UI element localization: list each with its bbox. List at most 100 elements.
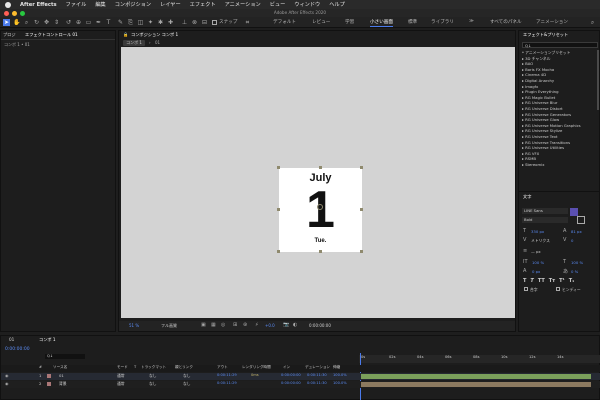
workspace-standard[interactable]: 標準 [408, 19, 417, 25]
menu-view[interactable]: ビュー [270, 1, 286, 8]
ligature-checkbox[interactable] [524, 287, 528, 291]
brush-tool-icon[interactable]: ✎ [117, 19, 124, 26]
roto-tool-icon[interactable]: ✦ [147, 19, 154, 26]
effects-search-input[interactable]: Q↓ [522, 42, 598, 48]
anchor-point-icon[interactable] [317, 204, 323, 210]
zoom-dropdown[interactable]: 51 % [129, 323, 139, 328]
horizontal-scale-value[interactable]: 100 % [571, 260, 583, 265]
time-ruler[interactable]: 0s 02s 04s 06s 08s 10s 12s 14s [359, 355, 600, 363]
faux-bold-button[interactable]: T [523, 278, 526, 284]
transform-handle[interactable] [360, 250, 363, 253]
menu-file[interactable]: ファイル [66, 1, 87, 8]
transform-handle[interactable] [360, 166, 363, 169]
selection-tool-icon[interactable]: ➤ [3, 19, 10, 26]
transform-handle[interactable] [277, 166, 280, 169]
layer-parent[interactable]: なし [183, 373, 191, 379]
superscript-button[interactable]: T¹ [559, 278, 565, 284]
layer-matte[interactable]: なし [149, 373, 157, 379]
menu-window[interactable]: ウィンドウ [294, 1, 320, 8]
world-axis-icon[interactable]: ⊗ [191, 19, 198, 26]
workspace-libraries[interactable]: ライブラリ [431, 19, 454, 25]
clone-tool-icon[interactable]: ⎘ [127, 19, 134, 26]
viewer-timecode[interactable]: 0:00:00:00 [309, 323, 331, 328]
layer-mode[interactable]: 通常 [117, 373, 125, 379]
kerning-value[interactable]: メトリクス [531, 238, 550, 244]
view-axis-icon[interactable]: ⊟ [201, 19, 208, 26]
workspace-all-panels[interactable]: すべてのパネル [490, 19, 522, 25]
layer-duration[interactable]: 0:00:11:30 [307, 373, 327, 377]
puppet-tool-icon[interactable]: ✱ [157, 19, 164, 26]
menu-edit[interactable]: 編集 [95, 1, 105, 8]
tab-effects-presets[interactable]: エフェクト&プリセット [523, 31, 568, 39]
layer-matte[interactable]: なし [149, 381, 157, 387]
dolly-tool-icon[interactable]: ⇕ [53, 19, 60, 26]
orbit-tool-icon[interactable]: ↻ [33, 19, 40, 26]
workspace-review[interactable]: レビュー [312, 19, 330, 25]
zoom-tool-icon[interactable]: ⌕ [23, 19, 30, 26]
timeline-layer-row[interactable]: ◉ 1 01 通常 なし なし 0:00:11:29 0ms 0:00:00:0… [1, 373, 600, 380]
small-caps-button[interactable]: Tт [549, 278, 555, 284]
search-icon[interactable]: ⌕ [589, 19, 596, 26]
tsume-value[interactable]: 0 % [571, 269, 578, 274]
stroke-color-swatch[interactable] [577, 216, 585, 224]
transform-handle[interactable] [277, 250, 280, 253]
puppet-pin-tool-icon[interactable]: ✚ [167, 19, 174, 26]
timeline-layer-row[interactable]: ◉ 2 背景 通常 なし なし 0:00:11:29 0:00:00:00 0:… [1, 381, 600, 388]
faux-italic-button[interactable]: T [530, 278, 533, 284]
layer-stretch[interactable]: 100.0% [333, 373, 347, 377]
tab-timeline-comp[interactable]: コンポ 1 [39, 336, 56, 344]
snap-checkbox[interactable] [212, 20, 217, 25]
subscript-button[interactable]: T₁ [569, 278, 575, 284]
rectangle-tool-icon[interactable]: ▭ [85, 19, 92, 26]
layer-name[interactable]: 背景 [59, 381, 67, 387]
layer-out[interactable]: 0:00:11:29 [217, 381, 237, 385]
snap-options-icon[interactable]: ⌗ [244, 19, 251, 26]
layer-label-color[interactable] [47, 382, 51, 386]
all-caps-button[interactable]: TT [538, 278, 545, 284]
tab-composition[interactable]: コンポジション コンポ 1 [131, 31, 178, 39]
rotate-tool-icon[interactable]: ↺ [65, 19, 72, 26]
visibility-eye-icon[interactable]: ◉ [5, 381, 9, 386]
tab-character[interactable]: 文字 [523, 193, 531, 201]
vertical-scale-value[interactable]: 100 % [532, 260, 544, 265]
composition-viewer[interactable]: July 1 Tue. [121, 47, 515, 318]
transparency-grid-icon[interactable]: ▦ [211, 322, 216, 328]
layer-out[interactable]: 0:00:11:29 [217, 373, 237, 377]
app-menu[interactable]: After Effects [20, 2, 57, 8]
exposure-value[interactable]: +0.0 [265, 323, 275, 328]
pan-tool-icon[interactable]: ✥ [43, 19, 50, 26]
channel-icon[interactable]: ⊛ [243, 322, 247, 328]
guides-icon[interactable]: ⊞ [233, 322, 237, 328]
pen-tool-icon[interactable]: ✒ [95, 19, 102, 26]
close-window-button[interactable] [4, 10, 9, 16]
quality-dropdown[interactable]: フル画質 [161, 323, 177, 329]
workspace-learn[interactable]: 学習 [345, 19, 354, 25]
transform-handle[interactable] [319, 166, 322, 169]
layer-duration[interactable]: 0:00:11:30 [307, 381, 327, 385]
layer-stretch[interactable]: 100.0% [333, 381, 347, 385]
transform-handle[interactable] [319, 250, 322, 253]
workspace-overflow[interactable]: ≫ [469, 19, 474, 24]
fill-color-swatch[interactable] [570, 208, 578, 216]
lock-icon[interactable]: 🔒 [123, 31, 128, 39]
stroke-width-value[interactable]: — px [531, 249, 541, 254]
layer-label-color[interactable] [47, 374, 51, 378]
zoom-window-button[interactable] [20, 10, 25, 16]
effects-category-item[interactable]: ▸ Stereomix [522, 162, 598, 168]
baseline-shift-value[interactable]: 0 px [532, 269, 540, 274]
layer-parent[interactable]: なし [183, 381, 191, 387]
layer-track-bar[interactable] [361, 382, 591, 387]
effects-scrollbar[interactable] [597, 50, 599, 110]
show-snapshot-icon[interactable]: ◐ [293, 322, 297, 328]
hindi-digits-checkbox[interactable] [556, 287, 560, 291]
menu-composition[interactable]: コンポジション [115, 1, 151, 8]
tab-effect-controls[interactable]: エフェクトコントロール 01 [25, 31, 78, 39]
font-family-dropdown[interactable]: LINE Sans [522, 208, 568, 214]
transform-handle[interactable] [360, 208, 363, 211]
region-icon[interactable]: ▣ [201, 322, 206, 328]
layer-in[interactable]: 0:00:00:00 [281, 373, 301, 377]
layer-track-bar[interactable] [361, 374, 591, 379]
tab-project[interactable]: プロジ [3, 31, 16, 39]
leading-value[interactable]: 81 px [571, 229, 582, 234]
font-style-dropdown[interactable]: Bold [522, 217, 568, 223]
